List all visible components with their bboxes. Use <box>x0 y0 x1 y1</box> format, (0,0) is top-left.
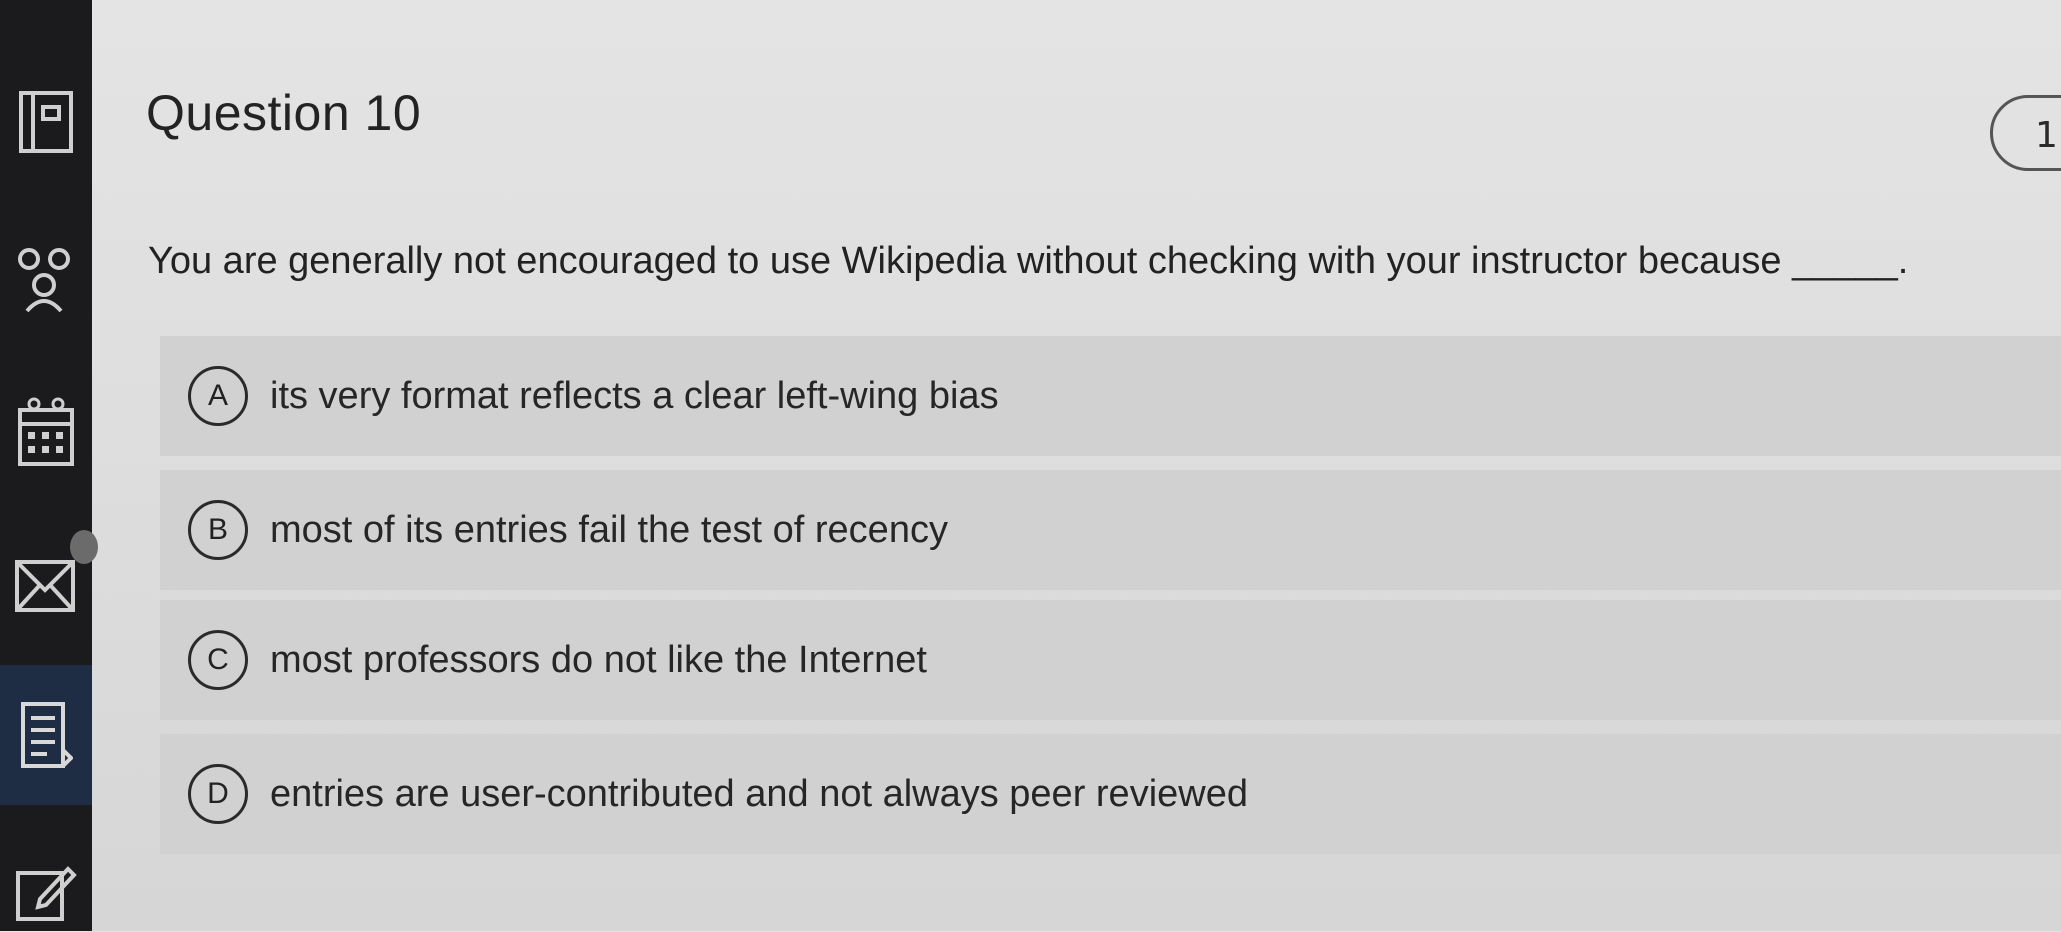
option-text-b: most of its entries fail the test of rec… <box>270 508 948 551</box>
question-prompt: You are generally not encouraged to use … <box>148 240 1909 282</box>
option-letter-d: D <box>188 764 248 824</box>
option-text-d: entries are user-contributed and not alw… <box>270 772 1248 815</box>
sidebar-nav <box>0 0 98 932</box>
people-icon[interactable] <box>0 238 92 318</box>
option-letter-a: A <box>188 366 248 426</box>
question-title: Question 10 <box>146 85 422 141</box>
course-home-icon[interactable] <box>0 82 92 162</box>
option-text-a: its very format reflects a clear left-wi… <box>270 374 999 417</box>
points-badge: 1 <box>1990 95 2061 171</box>
inbox-unread-badge <box>70 530 98 564</box>
calendar-icon[interactable] <box>0 392 92 472</box>
answer-option-c[interactable]: C most professors do not like the Intern… <box>160 600 2061 720</box>
edit-icon[interactable] <box>0 852 92 932</box>
answer-option-a[interactable]: A its very format reflects a clear left-… <box>160 336 2061 456</box>
answer-option-d[interactable]: D entries are user-contributed and not a… <box>160 734 2061 854</box>
option-letter-c: C <box>188 630 248 690</box>
option-letter-b: B <box>188 500 248 560</box>
option-text-c: most professors do not like the Internet <box>270 638 927 681</box>
answer-option-b[interactable]: B most of its entries fail the test of r… <box>160 470 2061 590</box>
assignments-icon[interactable] <box>0 696 92 776</box>
